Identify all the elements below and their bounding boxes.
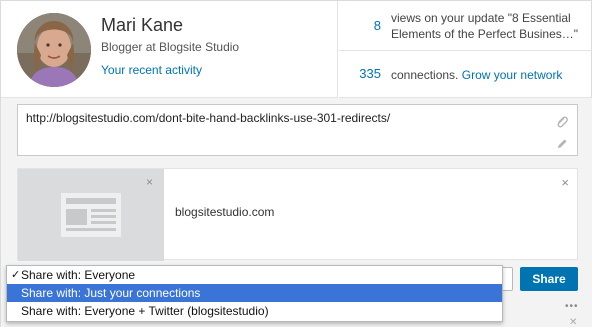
grow-network-link[interactable]: Grow your network	[462, 68, 563, 82]
stats-panel: 8 views on your update "8 Essential Elem…	[339, 1, 592, 98]
share-card: Mari Kane Blogger at Blogsite Studio You…	[0, 0, 592, 327]
recent-activity-link[interactable]: Your recent activity	[101, 63, 202, 77]
connections-count[interactable]: 335	[349, 66, 381, 81]
share-url-text: http://blogsitestudio.com/dont-bite-hand…	[26, 111, 391, 125]
connections-text: connections.	[391, 68, 459, 82]
remove-thumbnail-close-icon[interactable]: ×	[146, 175, 153, 189]
menu-item-everyone[interactable]: ✓ Share with: Everyone	[7, 266, 502, 284]
article-placeholder-icon	[61, 193, 121, 237]
paperclip-icon[interactable]	[555, 115, 569, 129]
connections-stat: connections. Grow your network	[391, 67, 562, 83]
menu-item-everyone-twitter[interactable]: Share with: Everyone + Twitter (blogsite…	[7, 302, 502, 320]
visibility-dropdown-menu: ✓ Share with: Everyone Share with: Just …	[6, 265, 503, 322]
share-text-input[interactable]: http://blogsitestudio.com/dont-bite-hand…	[17, 104, 578, 156]
pencil-icon[interactable]	[555, 137, 569, 151]
views-text[interactable]: views on your update "8 Essential Elemen…	[391, 10, 587, 42]
remove-preview-close-icon[interactable]: ×	[561, 175, 569, 190]
avatar[interactable]	[17, 13, 91, 87]
menu-item-label: Share with: Just your connections	[21, 286, 201, 300]
profile-name[interactable]: Mari Kane	[101, 15, 183, 36]
profile-panel: Mari Kane Blogger at Blogsite Studio You…	[1, 1, 338, 98]
close-icon[interactable]: ✕	[569, 317, 577, 327]
checkmark-icon: ✓	[11, 269, 21, 281]
menu-item-label: Share with: Everyone + Twitter (blogsite…	[21, 304, 269, 318]
more-icon[interactable]: •••	[565, 301, 579, 312]
share-button[interactable]: Share	[520, 267, 578, 291]
preview-thumbnail: ×	[18, 169, 164, 261]
profile-headline: Blogger at Blogsite Studio	[101, 40, 240, 54]
views-count[interactable]: 8	[361, 18, 381, 33]
views-stat[interactable]: 8 views on your update "8 Essential Elem…	[339, 1, 592, 51]
menu-item-connections[interactable]: Share with: Just your connections	[7, 284, 502, 302]
avatar-photo	[17, 13, 91, 87]
link-preview: × blogsitestudio.com ×	[17, 168, 578, 261]
menu-item-label: Share with: Everyone	[21, 268, 136, 282]
preview-domain: blogsitestudio.com	[175, 205, 275, 219]
